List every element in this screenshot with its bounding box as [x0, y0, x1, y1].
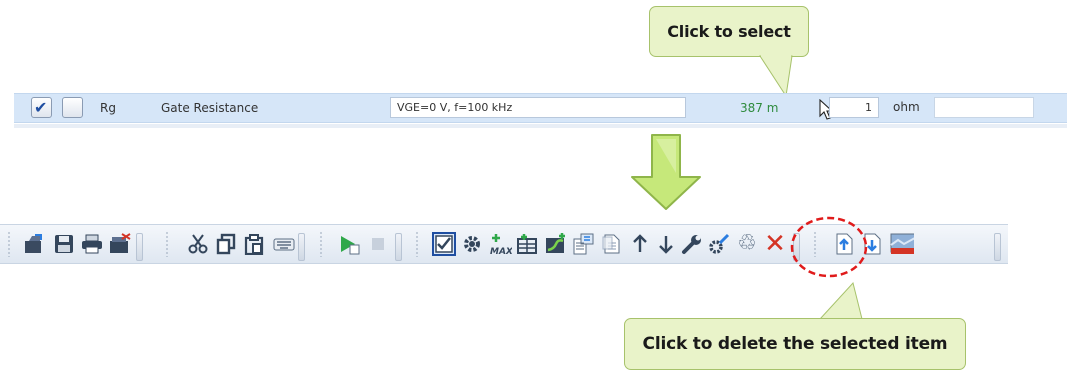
parameter-row-rg[interactable]: ✔ Rg Gate Resistance VGE=0 V, f=100 kHz …	[14, 93, 1067, 123]
arrow-down-icon	[659, 236, 673, 254]
move-up-button[interactable]	[628, 225, 652, 263]
down-arrow-icon	[631, 134, 701, 210]
parameter-description: Gate Resistance	[161, 101, 259, 115]
add-table-icon	[517, 234, 537, 254]
extra-field[interactable]	[934, 97, 1034, 118]
clipped-text: ........................................…	[190, 211, 490, 225]
settings-button[interactable]	[460, 225, 484, 263]
toolbar-separator	[414, 225, 420, 263]
wrench-icon	[682, 235, 701, 254]
toolbar-grip[interactable]	[134, 225, 144, 263]
select-all-icon	[432, 232, 456, 256]
delete-callout-text: Click to delete the selected item	[642, 334, 948, 354]
move-down-button[interactable]	[654, 225, 678, 263]
add-table-button[interactable]	[516, 225, 540, 263]
save-button[interactable]	[52, 225, 76, 263]
toolbar-grip[interactable]	[296, 225, 306, 263]
select-checkbox[interactable]	[62, 97, 83, 118]
paste-icon	[244, 234, 264, 255]
paste-button[interactable]	[242, 225, 266, 263]
stop-icon	[372, 238, 384, 250]
row-divider	[14, 124, 1067, 128]
cut-icon	[188, 234, 208, 254]
recycle-button[interactable]: ♲	[735, 225, 759, 263]
run-button[interactable]	[338, 225, 362, 263]
import-icon	[573, 233, 594, 255]
edit-settings-button[interactable]	[707, 225, 731, 263]
select-all-button[interactable]	[432, 225, 456, 263]
add-graph-button[interactable]	[544, 225, 568, 263]
measured-value[interactable]: 387 m	[740, 101, 778, 115]
image-icon	[890, 233, 914, 254]
keyboard-icon	[273, 238, 295, 251]
document-button[interactable]	[600, 225, 624, 263]
toolbar-separator	[318, 225, 324, 263]
toolbar-grip[interactable]	[393, 225, 403, 263]
max-button[interactable]: MAX	[488, 225, 512, 263]
open-button[interactable]	[22, 225, 46, 263]
save-icon	[55, 235, 73, 253]
condition-field[interactable]: VGE=0 V, f=100 kHz	[390, 97, 686, 118]
toolbar-separator	[6, 225, 12, 263]
delete-button[interactable]: ✕	[763, 225, 787, 263]
parameter-name: Rg	[100, 101, 116, 115]
copy-button[interactable]	[214, 225, 238, 263]
keyboard-button[interactable]	[272, 225, 296, 263]
document-icon	[602, 234, 620, 254]
import-button[interactable]	[572, 225, 596, 263]
arrow-up-icon	[633, 234, 647, 252]
image-button[interactable]	[890, 225, 914, 263]
toolbar-separator	[164, 225, 170, 263]
stop-button[interactable]	[366, 225, 390, 263]
run-icon	[341, 236, 360, 255]
highlight-ellipse	[790, 216, 868, 278]
enable-checkbox[interactable]: ✔	[31, 97, 52, 118]
unit-label: ohm	[893, 100, 920, 114]
copy-icon	[216, 233, 236, 255]
print-icon	[82, 234, 102, 254]
max-icon: MAX	[490, 234, 512, 256]
checkmark-icon: ✔	[34, 98, 48, 117]
delete-icon: ✕	[764, 229, 786, 259]
cut-button[interactable]	[186, 225, 210, 263]
add-graph-icon	[546, 233, 565, 253]
export-button[interactable]	[108, 225, 132, 263]
toolbar-grip[interactable]	[992, 225, 1002, 263]
edit-settings-icon	[709, 233, 730, 254]
multiplier-field[interactable]: 1	[829, 97, 879, 118]
wrench-button[interactable]	[680, 225, 704, 263]
delete-callout: Click to delete the selected item	[624, 318, 966, 370]
open-icon	[25, 234, 42, 253]
print-button[interactable]	[80, 225, 104, 263]
recycle-icon: ♲	[737, 231, 757, 256]
gear-icon	[464, 236, 480, 252]
svg-text:MAX: MAX	[490, 247, 512, 256]
export-icon	[110, 233, 131, 253]
